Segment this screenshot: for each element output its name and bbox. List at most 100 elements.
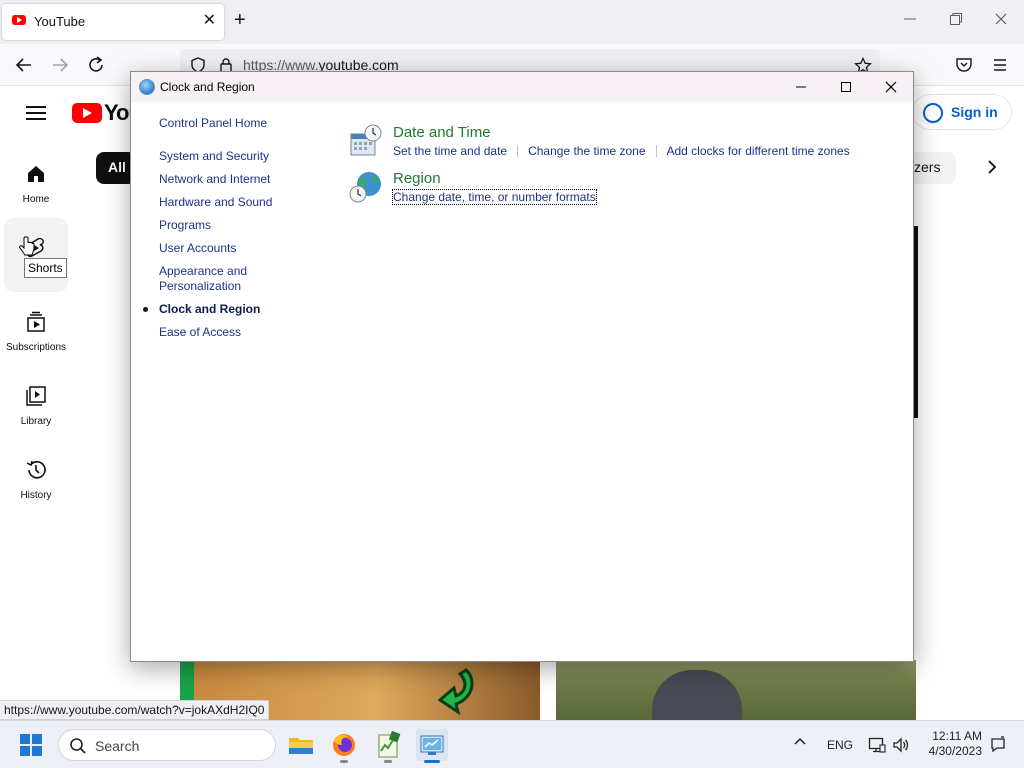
video-thumbnail[interactable] <box>556 660 916 720</box>
category-links: Change date, time, or number formats <box>392 189 597 205</box>
cat-shape <box>652 670 742 720</box>
search-icon <box>70 738 86 754</box>
browser-tab-youtube[interactable]: YouTube ✕ <box>2 4 224 40</box>
active-indicator <box>424 760 440 763</box>
control-panel-icon <box>420 735 444 755</box>
arrow-icon <box>437 668 474 716</box>
sidebar-item-label: History <box>20 490 52 501</box>
back-button[interactable] <box>13 54 35 76</box>
forward-arrow-icon <box>53 58 69 72</box>
sidebar-item-subscriptions[interactable]: Subscriptions <box>0 310 72 353</box>
menu-icon[interactable] <box>991 56 1009 74</box>
taskbar-app-control-panel[interactable] <box>416 729 448 763</box>
region-globe-icon[interactable] <box>349 170 383 204</box>
window-maximize-button[interactable] <box>836 78 856 96</box>
link-separator <box>517 145 519 157</box>
notifications-icon[interactable] <box>989 736 1007 754</box>
category-title-date-and-time[interactable]: Date and Time <box>393 124 491 141</box>
control-panel-nav: Control Panel Home System and Security N… <box>143 116 319 348</box>
browser-close-button[interactable] <box>994 12 1008 26</box>
nav-programs[interactable]: Programs <box>159 218 319 233</box>
subscriptions-icon <box>27 311 45 332</box>
window-titlebar[interactable]: Clock and Region <box>131 72 913 102</box>
forward-button[interactable] <box>49 54 71 76</box>
nav-ease-of-access[interactable]: Ease of Access <box>159 325 319 340</box>
nav-user-accounts[interactable]: User Accounts <box>159 241 319 256</box>
tab-close-button[interactable]: ✕ <box>203 13 216 29</box>
sidebar-item-label: Subscriptions <box>5 342 67 353</box>
running-indicator <box>340 760 348 763</box>
window-title: Clock and Region <box>160 80 255 94</box>
category-title-region[interactable]: Region <box>393 170 441 187</box>
sign-in-button[interactable]: Sign in <box>912 94 1012 130</box>
clock[interactable]: 12:11 AM 4/30/2023 <box>924 729 982 759</box>
volume-icon[interactable] <box>892 736 910 754</box>
browser-restore-button[interactable] <box>949 12 963 26</box>
sidebar-item-label: Library <box>20 416 52 427</box>
start-button[interactable] <box>20 734 42 756</box>
running-indicator <box>384 760 392 763</box>
taskbar-search-box[interactable]: Search <box>58 729 276 761</box>
show-hidden-icons-chevron-icon[interactable] <box>793 735 807 747</box>
reload-icon <box>89 56 103 72</box>
mouse-pointer-hand-icon <box>19 236 35 256</box>
firefox-icon <box>333 734 355 756</box>
guide-menu-icon[interactable] <box>26 106 46 120</box>
category-links: Set the time and date Change the time zon… <box>393 144 850 158</box>
status-url-bar: https://www.youtube.com/watch?v=jokAXdH2… <box>0 700 270 720</box>
window-minimize-button[interactable] <box>791 78 811 96</box>
new-tab-button[interactable]: + <box>234 10 246 30</box>
sign-in-label: Sign in <box>951 104 998 120</box>
taskbar-app-file-explorer[interactable] <box>285 729 317 761</box>
pocket-icon[interactable] <box>955 56 973 74</box>
sidebar-item-history[interactable]: History <box>0 458 72 501</box>
link-change-formats[interactable]: Change date, time, or number formats <box>392 189 597 205</box>
link-change-time-zone[interactable]: Change the time zone <box>528 144 645 158</box>
back-arrow-icon <box>15 58 31 72</box>
youtube-favicon-icon <box>12 15 26 25</box>
close-icon <box>885 81 897 93</box>
link-add-clocks[interactable]: Add clocks for different time zones <box>667 144 850 158</box>
video-thumbnail-edge[interactable] <box>914 226 918 418</box>
window-close-button[interactable] <box>881 78 901 96</box>
nav-appearance-and-personalization[interactable]: Appearance and Personalization <box>159 264 269 294</box>
date-time-icon[interactable] <box>349 124 383 158</box>
nav-hardware-and-sound[interactable]: Hardware and Sound <box>159 195 319 210</box>
sidebar-item-shorts[interactable] <box>4 218 68 292</box>
clock-region-app-icon <box>139 79 155 95</box>
account-icon <box>923 103 943 123</box>
search-placeholder: Search <box>95 738 140 754</box>
input-language-indicator[interactable]: ENG <box>827 738 853 752</box>
windows-logo-icon <box>20 734 30 744</box>
history-icon <box>26 460 46 479</box>
minimize-icon <box>904 18 916 20</box>
browser-tab-strip: YouTube ✕ + <box>0 0 1024 44</box>
close-icon <box>995 13 1007 25</box>
youtube-logo-icon[interactable] <box>72 103 102 123</box>
maximize-icon <box>841 82 851 92</box>
clock-date: 4/30/2023 <box>928 744 982 758</box>
browser-minimize-button[interactable] <box>903 12 917 26</box>
nav-network-and-internet[interactable]: Network and Internet <box>159 172 319 187</box>
link-separator <box>655 145 657 157</box>
reload-button[interactable] <box>85 54 107 76</box>
nav-control-panel-home[interactable]: Control Panel Home <box>159 116 319 131</box>
nav-clock-and-region-current: Clock and Region <box>143 302 319 317</box>
link-set-time-and-date[interactable]: Set the time and date <box>393 144 507 158</box>
network-icon[interactable] <box>868 736 886 754</box>
restore-icon <box>950 13 962 25</box>
sidebar-item-library[interactable]: Library <box>0 384 72 427</box>
nav-system-and-security[interactable]: System and Security <box>159 149 319 164</box>
task-manager-icon <box>378 730 401 758</box>
sidebar-item-label: Home <box>22 194 50 205</box>
taskbar-app-firefox[interactable] <box>328 729 360 763</box>
clock-time: 12:11 AM <box>932 729 982 743</box>
shorts-tooltip: Shorts <box>24 258 67 278</box>
taskbar: Search ENG 12:11 AM 4/30/2023 <box>0 720 1024 768</box>
chips-next-arrow-icon[interactable] <box>986 158 998 176</box>
sidebar-item-home[interactable]: Home <box>0 162 72 205</box>
file-explorer-icon <box>289 738 313 754</box>
taskbar-app-task-manager[interactable] <box>372 729 404 763</box>
home-icon <box>28 166 44 182</box>
tab-title: YouTube <box>34 14 86 29</box>
